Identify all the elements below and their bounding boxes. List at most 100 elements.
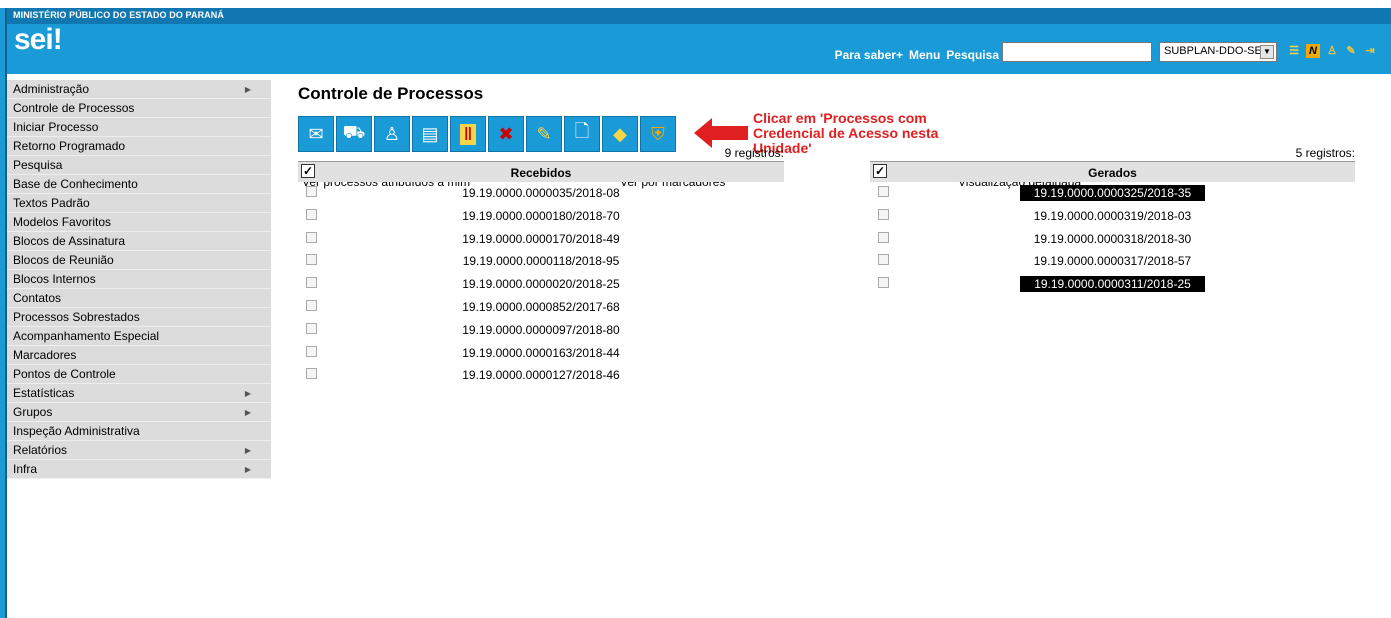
para-saber-link[interactable]: Para saber+ [835,48,903,62]
sidebar-item-label: Base de Conhecimento [13,177,138,191]
table-row: 19.19.0000.0000319/2018-03 [870,205,1355,228]
process-link[interactable]: 19.19.0000.0000127/2018-46 [298,368,784,382]
sidebar-item[interactable]: Base de Conhecimento [7,175,271,194]
sidebar-item[interactable]: Contatos [7,289,271,308]
sidebar-item[interactable]: Acompanhamento Especial [7,327,271,346]
sidebar-item-label: Textos Padrão [13,196,90,210]
sidebar-item-label: Pesquisa [13,158,63,172]
sidebar-item[interactable]: Blocos Internos [7,270,271,289]
exit-icon[interactable]: ⇥ [1363,44,1377,58]
sidebar-item[interactable]: Blocos de Reunião [7,251,271,270]
menu-link[interactable]: Menu [909,48,940,62]
sidebar-item[interactable]: Relatórios ▶ [7,441,271,460]
sidebar-item[interactable]: Infra ▶ [7,460,271,479]
logo-text: sei [14,23,54,56]
sidebar-item[interactable]: Pontos de Controle [7,365,271,384]
process-number: 19.19.0000.0000180/2018-70 [462,208,620,223]
notes-icon[interactable]: N [1306,44,1320,58]
sidebar-item[interactable]: Controle de Processos [7,99,271,118]
sei-logo[interactable]: sei! [14,23,63,57]
process-number: 19.19.0000.0000127/2018-46 [462,368,620,383]
chevron-right-icon: ▶ [244,465,251,474]
sidebar-item-label: Processos Sobrestados [13,310,140,324]
sidebar-item-label: Blocos Internos [13,272,96,286]
process-number: 19.19.0000.0000118/2018-95 [462,254,620,269]
process-link[interactable]: 19.19.0000.0000852/2017-68 [298,300,784,314]
process-link[interactable]: 19.19.0000.0000317/2018-57 [870,254,1355,268]
generated-header: ✓ Gerados [870,161,1355,182]
process-number: 19.19.0000.0000852/2017-68 [462,299,620,314]
received-header-label: Recebidos [510,166,572,180]
process-link[interactable]: 19.19.0000.0000020/2018-25 [298,277,784,291]
sidebar-item[interactable]: Grupos ▶ [7,403,271,422]
process-link[interactable]: 19.19.0000.0000163/2018-44 [298,346,784,360]
header-bar: MINISTÉRIO PÚBLICO DO ESTADO DO PARANÁ s… [7,8,1391,74]
unit-select[interactable]: SUBPLAN-DDO-SEI ▼ [1159,42,1277,62]
sidebar-item[interactable]: Marcadores [7,346,271,365]
sidebar-item[interactable]: Blocos de Assinatura [7,232,271,251]
table-row: 19.19.0000.0000020/2018-25 [298,273,784,296]
logo-suffix: ! [52,23,63,56]
page-title: Controle de Processos [298,84,484,103]
list-icon[interactable]: ☰ [1287,44,1301,58]
sidebar-item[interactable]: Modelos Favoritos [7,213,271,232]
tools-icon[interactable]: ✎ [1344,44,1358,58]
header-links: Para saber+ Menu Pesquisa [835,48,999,62]
sidebar-item-label: Modelos Favoritos [13,215,112,229]
table-row: 19.19.0000.0000311/2018-25 [870,273,1355,296]
process-link[interactable]: 19.19.0000.0000311/2018-25 [870,276,1355,293]
process-number: 19.19.0000.0000311/2018-25 [1020,276,1205,293]
sidebar-item[interactable]: Pesquisa [7,156,271,175]
sidebar-item-label: Inspeção Administrativa [13,424,140,438]
chevron-right-icon: ▶ [244,85,251,94]
process-link[interactable]: 19.19.0000.0000097/2018-80 [298,323,784,337]
sidebar-item[interactable]: Processos Sobrestados [7,308,271,327]
sidebar-item-label: Infra [13,462,38,476]
pointer-arrow-icon [694,118,748,148]
sidebar-item-label: Administração [13,82,90,96]
generated-rows: 19.19.0000.0000325/2018-35 19.19.0000.000… [870,182,1355,296]
sidebar-item[interactable]: Retorno Programado [7,137,271,156]
generated-count: 5 registros: [1295,146,1355,160]
process-number: 19.19.0000.0000035/2018-08 [462,186,620,200]
table-row: 19.19.0000.0000852/2017-68 [298,296,784,319]
process-number: 19.19.0000.0000318/2018-30 [1033,231,1192,246]
user-icon[interactable]: ♙ [1325,44,1339,58]
process-link[interactable]: 19.19.0000.0000318/2018-30 [870,232,1355,246]
process-link[interactable]: 19.19.0000.0000180/2018-70 [298,209,784,223]
sidebar-item-label: Pontos de Controle [13,367,116,381]
org-name: MINISTÉRIO PÚBLICO DO ESTADO DO PARANÁ [13,10,224,20]
sidebar-item[interactable]: Iniciar Processo [7,118,271,137]
header-icons: ☰ N ♙ ✎ ⇥ [1287,44,1377,58]
table-row: 19.19.0000.0000118/2018-95 [298,250,784,273]
sidebar-item-label: Grupos [13,405,53,419]
table-row: 19.19.0000.0000127/2018-46 [298,364,784,387]
process-link[interactable]: 19.19.0000.0000118/2018-95 [298,254,784,268]
received-table: 9 registros: ✓ Recebidos 19.19.0000.0000… [298,146,784,387]
sidebar-item-label: Marcadores [13,348,77,362]
table-row: 19.19.0000.0000325/2018-35 [870,182,1355,205]
sidebar-item-label: Blocos de Assinatura [13,234,126,248]
received-rows: 19.19.0000.0000035/2018-08 19.19.0000.000… [298,182,784,387]
process-number: 19.19.0000.0000317/2018-57 [1033,254,1192,269]
sidebar-item-label: Blocos de Reunião [13,253,114,267]
sidebar-item[interactable]: Textos Padrão [7,194,271,213]
process-link[interactable]: 19.19.0000.0000035/2018-08 [298,186,784,200]
process-link[interactable]: 19.19.0000.0000170/2018-49 [298,232,784,246]
chevron-down-icon[interactable]: ▼ [1260,45,1274,59]
chevron-right-icon: ▶ [244,389,251,398]
sidebar-item-label: Contatos [13,291,62,305]
sidebar-item[interactable]: Inspeção Administrativa [7,422,271,441]
generated-table: 5 registros: ✓ Gerados 19.19.0000.000032… [870,146,1355,296]
received-count: 9 registros: [724,146,784,160]
process-number: 19.19.0000.0000319/2018-03 [1033,208,1192,223]
sidebar-item[interactable]: Administração ▶ [7,80,271,99]
table-row: 19.19.0000.0000163/2018-44 [298,342,784,365]
process-number: 19.19.0000.0000325/2018-35 [1019,185,1206,201]
search-input[interactable] [1002,42,1152,62]
chevron-right-icon: ▶ [244,446,251,455]
sidebar-item[interactable]: Estatísticas ▶ [7,384,271,403]
process-link[interactable]: 19.19.0000.0000319/2018-03 [870,209,1355,223]
process-link[interactable]: 19.19.0000.0000325/2018-35 [870,185,1355,201]
pesquisa-link[interactable]: Pesquisa [946,48,999,62]
